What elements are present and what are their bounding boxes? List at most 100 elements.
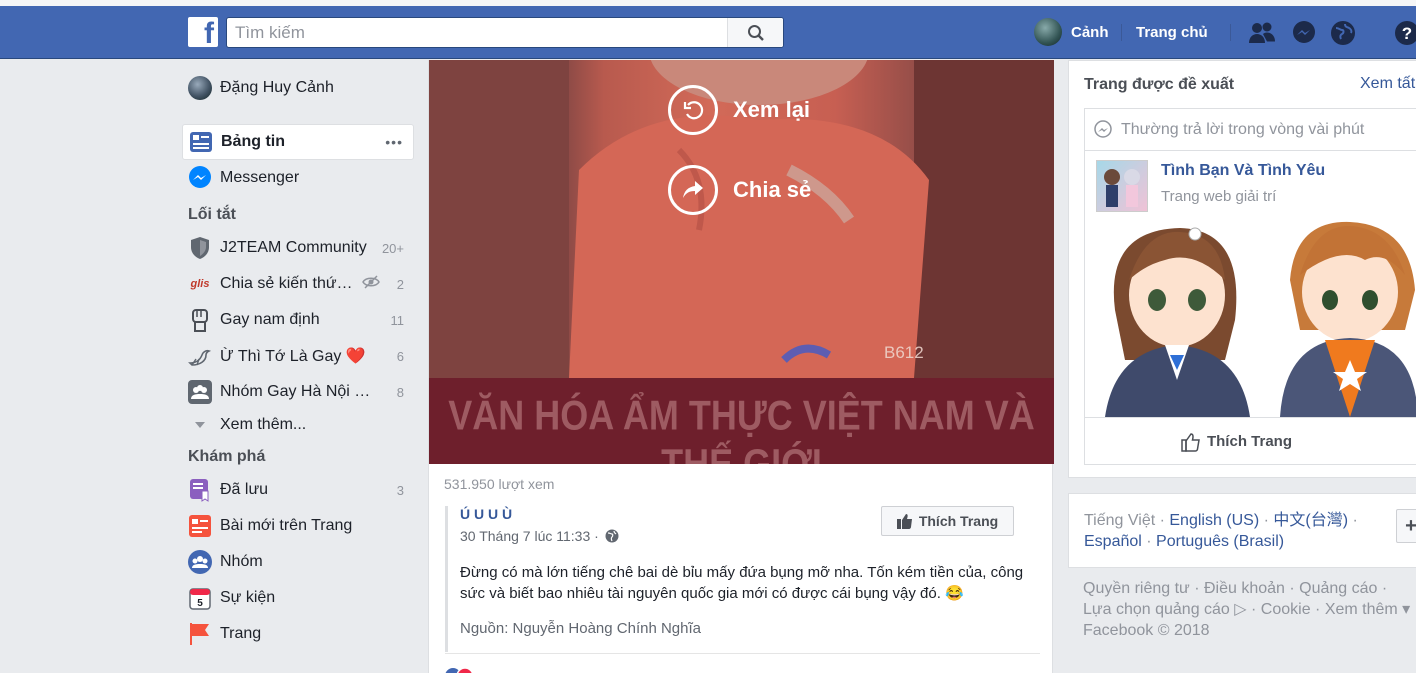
shared-post: Ú U U Ù 30 Tháng 7 lúc 11:33 · Đừng có m… (445, 506, 1040, 652)
language-separator: · (1155, 512, 1170, 529)
share-label: Chia sẻ (733, 177, 812, 202)
response-time: Thường trả lời trong vòng vài phút (1085, 109, 1416, 151)
sidebar-item-groups[interactable]: Nhóm (182, 544, 414, 580)
post-text: Đừng có mà lớn tiếng chê bai dè bỉu mấy … (460, 564, 1024, 602)
post-meta: 30 Tháng 7 lúc 11:33 · (460, 528, 619, 544)
replay-button[interactable]: Xem lại (668, 85, 810, 135)
news-feed-options-button[interactable]: ••• (385, 134, 403, 150)
sidebar-item-messenger[interactable]: Messenger (182, 160, 414, 196)
group-thumbnail-icon: glis (188, 272, 212, 296)
header-avatar[interactable] (1034, 18, 1062, 46)
search-icon (747, 24, 764, 41)
shortcut-count: 6 (396, 348, 404, 364)
saved-bookmark-icon (188, 478, 212, 502)
replay-icon (668, 85, 718, 135)
sidebar-item-profile[interactable]: Đặng Huy Cảnh (182, 70, 414, 106)
suggested-page: Thường trả lời trong vòng vài phút Tình … (1084, 108, 1416, 465)
page-cover-image[interactable] (1085, 220, 1416, 417)
sidebar-item-label: Sự kiện (220, 589, 276, 606)
friend-requests-icon[interactable] (1247, 18, 1277, 48)
sidebar-item-label: Đặng Huy Cảnh (220, 79, 334, 96)
header-separator (1230, 24, 1231, 41)
profile-avatar (188, 76, 212, 100)
sidebar-item-label: Bảng tin (221, 133, 285, 150)
video-banner-text: VĂN HÓA ẨM THỰC VIỆT NAM VÀ THẾ GIỚI (448, 391, 1035, 464)
copyright: Facebook © 2018 (1083, 622, 1210, 639)
shortcut-item[interactable]: Nhóm Gay Hà Nội … 8 (182, 374, 414, 410)
messenger-outline-icon (1094, 119, 1112, 138)
add-language-button[interactable]: + (1396, 509, 1416, 543)
suggested-like-page-button[interactable]: Thích Trang (1085, 417, 1416, 465)
post-divider (445, 653, 1040, 654)
language-option[interactable]: Español (1084, 533, 1142, 550)
sidebar-item-label: Trang (220, 625, 262, 642)
share-video-button[interactable]: Chia sẻ (668, 165, 811, 215)
page-thumbnail[interactable] (1096, 160, 1148, 212)
header-separator (1121, 24, 1122, 41)
header-home-link[interactable]: Trang chủ (1136, 24, 1208, 41)
post-source: Nguồn: Nguyễn Hoàng Chính Nghĩa (460, 620, 701, 637)
video-watermark: B612 (884, 343, 924, 362)
share-arrow-icon (668, 165, 718, 215)
raised-fist-icon (188, 308, 212, 332)
help-icon[interactable]: ? (1392, 18, 1416, 48)
suggested-page-name[interactable]: Tình Bạn Và Tình Yêu (1161, 162, 1325, 180)
shortcut-count: 20+ (381, 240, 404, 256)
sidebar-item-count: 3 (396, 482, 404, 498)
pages-feed-icon (188, 514, 212, 538)
see-all-link[interactable]: Xem tất (1360, 75, 1415, 93)
header-profile-link[interactable]: Cảnh (1071, 24, 1109, 41)
shortcut-item[interactable]: Gay nam định 11 (182, 302, 414, 338)
search-input[interactable] (235, 22, 715, 44)
shortcut-item[interactable]: glis Chia sẻ kiến thứ… 2 (182, 266, 414, 302)
hidden-eye-icon (362, 274, 380, 294)
post-timestamp[interactable]: 30 Tháng 7 lúc 11:33 · (460, 528, 599, 544)
messenger-header-icon[interactable] (1289, 18, 1319, 48)
facebook-logo-icon[interactable]: f (188, 17, 218, 50)
feed-post: B612 VĂN HÓA ẨM THỰC VIỆT NAM VÀ THẾ GIỚ… (428, 60, 1054, 673)
language-option[interactable]: 中文(台灣) (1273, 512, 1348, 529)
shortcuts-heading: Lối tắt (188, 206, 236, 223)
shortcut-label: Chia sẻ kiến thứ… (220, 275, 353, 292)
shared-page-name[interactable]: Ú U U Ù (460, 506, 512, 522)
language-separator: · (1348, 512, 1358, 529)
language-option[interactable]: Português (Brasil) (1156, 533, 1284, 550)
current-language: Tiếng Việt (1084, 512, 1156, 529)
sidebar-item-news-feed[interactable]: Bảng tin ••• (182, 124, 414, 160)
globe-privacy-icon (605, 529, 619, 543)
shortcuts-see-more[interactable]: Xem thêm... (182, 410, 414, 440)
suggested-like-label: Thích Trang (1206, 433, 1292, 450)
sidebar-item-label: Đã lưu (220, 481, 269, 498)
messenger-icon (188, 166, 212, 190)
group-icon (188, 380, 212, 404)
video-player[interactable]: B612 VĂN HÓA ẨM THỰC VIỆT NAM VÀ THẾ GIỚ… (429, 60, 1054, 464)
sidebar-item-pages-feed[interactable]: Bài mới trên Trang (182, 508, 414, 544)
footer-links[interactable]: Quyền riêng tư · Điều khoản · Quảng cáo … (1083, 578, 1416, 599)
groups-icon (188, 550, 212, 574)
bird-icon (188, 344, 212, 368)
flag-icon (188, 622, 212, 646)
shield-icon (188, 236, 212, 260)
explore-heading: Khám phá (188, 448, 266, 465)
thumbs-up-outline-icon (1181, 432, 1200, 452)
search-box (226, 17, 784, 48)
sidebar-item-label: Bài mới trên Trang (220, 517, 353, 534)
language-option[interactable]: English (US) (1169, 512, 1259, 529)
shortcut-label: Ừ Thì Tớ Là Gay ❤️ (220, 348, 366, 365)
suggested-page-category: Trang web giải trí (1161, 188, 1277, 205)
replay-label: Xem lại (733, 97, 811, 122)
sidebar-item-events[interactable]: 5 Sự kiện (182, 580, 414, 616)
sidebar-item-saved[interactable]: Đã lưu 3 (182, 472, 414, 508)
svg-text:5: 5 (197, 598, 203, 609)
shortcut-item[interactable]: Ừ Thì Tớ Là Gay ❤️ 6 (182, 338, 414, 374)
see-more-link: Xem thêm... (220, 416, 307, 433)
sidebar-item-pages[interactable]: Trang (182, 616, 414, 652)
language-selector: Tiếng Việt · English (US) · 中文(台灣) · Esp… (1068, 493, 1416, 568)
shortcut-item[interactable]: J2TEAM Community 20+ (182, 230, 414, 266)
search-button[interactable] (727, 18, 783, 47)
footer-links[interactable]: Lựa chọn quảng cáo ▷ · Cookie · Xem thêm… (1083, 599, 1416, 620)
shortcut-label: Gay nam định (220, 311, 320, 328)
reaction-icons[interactable] (445, 666, 485, 673)
notifications-globe-icon[interactable] (1328, 18, 1358, 48)
sidebar-item-label: Nhóm (220, 553, 263, 570)
